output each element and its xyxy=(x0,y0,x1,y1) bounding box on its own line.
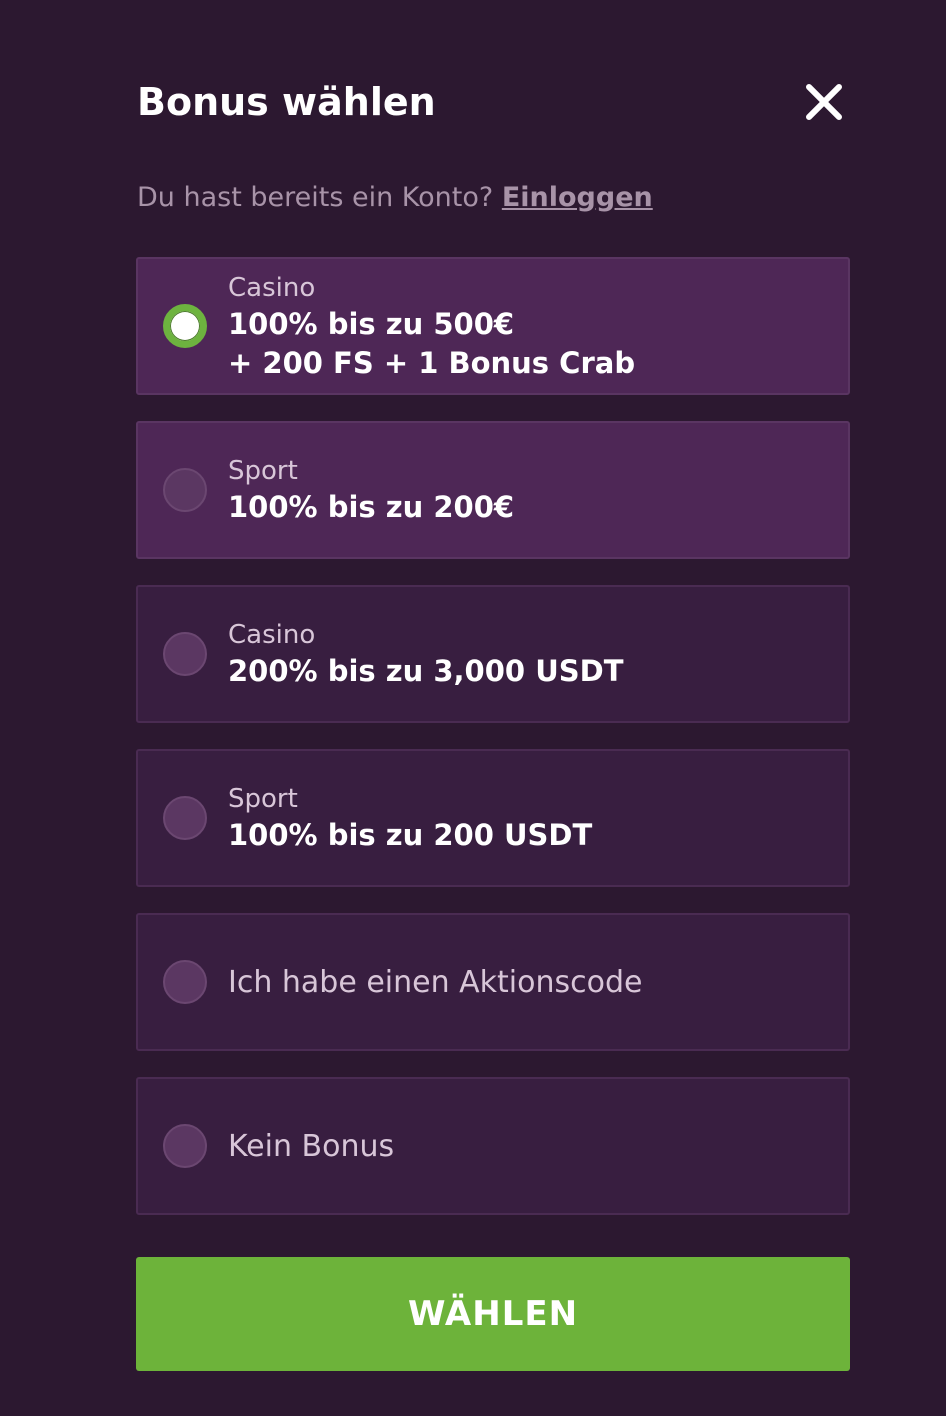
option-offer: 200% bis zu 3,000 USDT xyxy=(228,654,624,688)
option-offer: 100% bis zu 500€ xyxy=(228,307,515,341)
option-text: Sport 100% bis zu 200 USDT xyxy=(228,782,832,855)
option-offer-extra: + 200 FS + 1 Bonus Crab xyxy=(228,346,636,380)
bonus-select-dialog: Bonus wählen Du hast bereits ein Konto? … xyxy=(0,0,946,1416)
login-prompt-line: Du hast bereits ein Konto? Einloggen xyxy=(137,180,653,216)
option-offer: 100% bis zu 200€ xyxy=(228,490,515,524)
option-category: Casino xyxy=(228,620,316,650)
radio-unchecked[interactable] xyxy=(163,960,207,1004)
option-text: Sport 100% bis zu 200€ xyxy=(228,454,832,527)
bonus-option-casino-500[interactable]: Casino 100% bis zu 500€ + 200 FS + 1 Bon… xyxy=(136,257,850,395)
bonus-option-promo-code[interactable]: Ich habe einen Aktionscode xyxy=(136,913,850,1051)
radio-unchecked[interactable] xyxy=(163,632,207,676)
radio-unchecked[interactable] xyxy=(163,468,207,512)
login-link[interactable]: Einloggen xyxy=(502,182,653,213)
option-text: Kein Bonus xyxy=(228,1127,832,1167)
option-label: Kein Bonus xyxy=(228,1129,395,1164)
option-text: Casino 100% bis zu 500€ + 200 FS + 1 Bon… xyxy=(228,271,832,383)
page-title: Bonus wählen xyxy=(137,80,436,124)
option-text: Ich habe einen Aktionscode xyxy=(228,963,832,1003)
option-category: Sport xyxy=(228,456,298,486)
close-icon xyxy=(806,84,842,120)
option-label: Ich habe einen Aktionscode xyxy=(228,965,643,1000)
bonus-option-sport-usdt[interactable]: Sport 100% bis zu 200 USDT xyxy=(136,749,850,887)
option-category: Casino xyxy=(228,273,316,303)
login-prompt: Du hast bereits ein Konto? xyxy=(137,182,494,213)
radio-unchecked[interactable] xyxy=(163,1124,207,1168)
bonus-option-sport-200[interactable]: Sport 100% bis zu 200€ xyxy=(136,421,850,559)
close-button[interactable] xyxy=(800,78,848,126)
radio-checked[interactable] xyxy=(163,304,207,348)
option-category: Sport xyxy=(228,784,298,814)
bonus-option-casino-usdt[interactable]: Casino 200% bis zu 3,000 USDT xyxy=(136,585,850,723)
option-text: Casino 200% bis zu 3,000 USDT xyxy=(228,618,832,691)
option-offer: 100% bis zu 200 USDT xyxy=(228,818,593,852)
radio-unchecked[interactable] xyxy=(163,796,207,840)
bonus-option-none[interactable]: Kein Bonus xyxy=(136,1077,850,1215)
choose-button[interactable]: WÄHLEN xyxy=(136,1257,850,1371)
